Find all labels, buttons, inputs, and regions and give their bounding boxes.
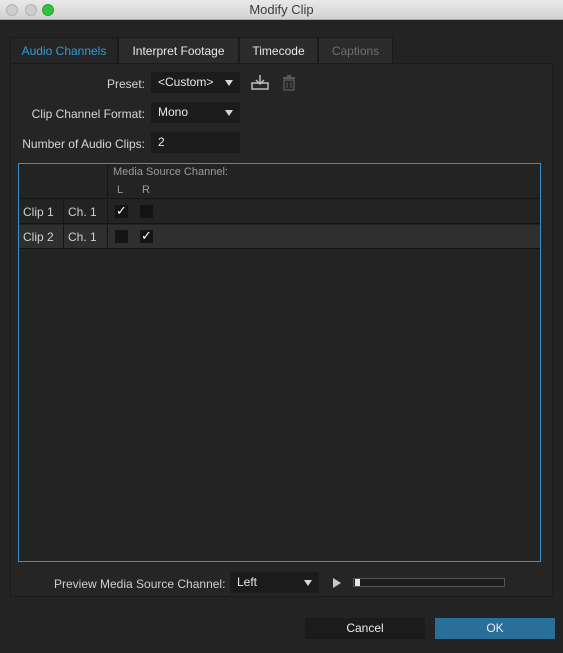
clip-name-cell: Clip 1 — [19, 200, 64, 224]
table-header: Media Source Channel: L R — [19, 164, 540, 199]
chevron-down-icon — [225, 110, 233, 116]
clip1-right-checkbox[interactable] — [140, 205, 153, 218]
column-r-header: R — [142, 184, 150, 196]
window-title: Modify Clip — [249, 2, 314, 17]
tab-captions: Captions — [318, 37, 393, 63]
chevron-down-icon — [225, 80, 233, 86]
clip-channel-cell: Ch. 1 — [64, 200, 108, 224]
clip2-left-checkbox[interactable] — [115, 230, 128, 243]
clip2-right-checkbox[interactable]: ✓ — [140, 229, 153, 243]
trash-icon[interactable] — [282, 75, 296, 91]
preset-value: <Custom> — [158, 75, 214, 89]
tab-timecode[interactable]: Timecode — [239, 37, 318, 63]
title-bar: Modify Clip — [0, 0, 563, 20]
clip-channel-format-value: Mono — [158, 105, 189, 119]
channel-mapping-table: Media Source Channel: L R Clip 1 Ch. 1 ✓… — [18, 163, 541, 562]
preview-scrub-slider[interactable] — [353, 578, 505, 587]
minimize-window-button[interactable] — [25, 4, 37, 16]
clip-name-cell: Clip 2 — [19, 225, 64, 249]
ok-button[interactable]: OK — [435, 618, 555, 639]
clip-channel-format-dropdown[interactable]: Mono — [151, 102, 240, 123]
media-source-channel-header: Media Source Channel: — [113, 166, 228, 178]
preview-channel-dropdown[interactable]: Left — [230, 572, 319, 593]
number-of-audio-clips-field[interactable]: 2 — [151, 132, 240, 153]
zoom-window-button[interactable] — [42, 4, 54, 16]
table-row: Clip 1 Ch. 1 ✓ — [19, 200, 540, 224]
play-icon[interactable] — [333, 578, 341, 588]
number-of-audio-clips-label: Number of Audio Clips: — [22, 137, 145, 151]
clip-channel-cell: Ch. 1 — [64, 225, 108, 249]
chevron-down-icon — [304, 580, 312, 586]
tab-audio-channels[interactable]: Audio Channels — [10, 37, 118, 63]
cancel-button[interactable]: Cancel — [305, 618, 425, 639]
clip-channel-format-label: Clip Channel Format: — [31, 107, 145, 121]
preview-media-source-channel-label: Preview Media Source Channel: — [54, 577, 226, 591]
tab-interpret-footage[interactable]: Interpret Footage — [118, 37, 239, 63]
preview-channel-value: Left — [237, 575, 258, 589]
column-l-header: L — [117, 184, 124, 196]
close-window-button[interactable] — [6, 4, 18, 16]
header-divider — [107, 164, 108, 199]
slider-thumb[interactable] — [355, 579, 360, 586]
preset-label: Preset: — [106, 77, 145, 91]
clip1-left-checkbox[interactable]: ✓ — [115, 204, 128, 218]
table-row: Clip 2 Ch. 1 ✓ — [19, 225, 540, 249]
save-preset-icon[interactable] — [251, 74, 269, 91]
preset-dropdown[interactable]: <Custom> — [151, 72, 240, 93]
